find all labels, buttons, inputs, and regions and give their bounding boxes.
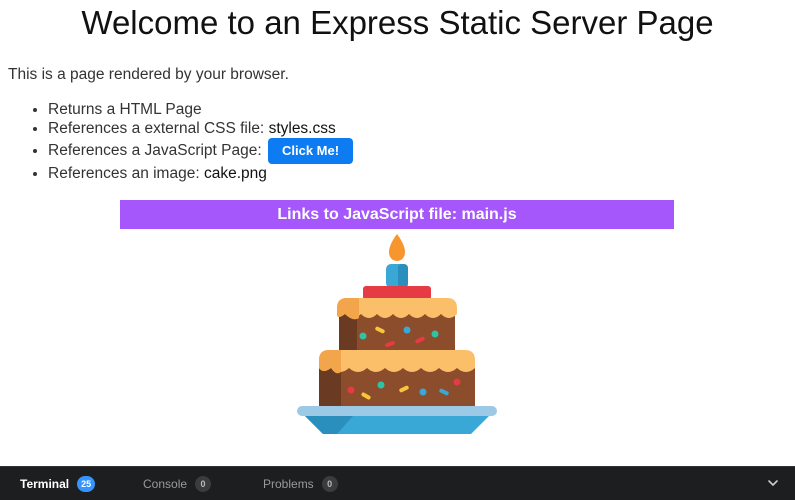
list-item-text: References a external CSS file: bbox=[48, 120, 265, 137]
terminal-count-badge: 25 bbox=[77, 475, 96, 492]
list-item: References a JavaScript Page: Click Me! bbox=[48, 138, 354, 164]
css-filename: styles.css bbox=[268, 120, 336, 137]
list-item-text: References a JavaScript Page: bbox=[48, 142, 262, 160]
problems-count-badge: 0 bbox=[321, 475, 338, 492]
script-banner: Links to JavaScript file: main.js bbox=[120, 200, 674, 229]
list-item-text: References an image: bbox=[48, 165, 200, 182]
page-title: Welcome to an Express Static Server Page bbox=[81, 4, 714, 41]
click-me-button[interactable]: Click Me! bbox=[267, 138, 354, 164]
image-filename: cake.png bbox=[203, 165, 267, 182]
feature-list: Returns a HTML Page References a externa… bbox=[28, 100, 354, 183]
tab-terminal[interactable]: Terminal 25 bbox=[20, 467, 96, 500]
console-count-badge: 0 bbox=[195, 475, 212, 492]
tab-label: Console bbox=[143, 476, 188, 491]
bottom-panel-bar: Terminal 25 Console 0 Problems 0 bbox=[0, 466, 795, 500]
tab-label: Problems bbox=[263, 476, 314, 491]
cake-image bbox=[297, 234, 497, 434]
chevron-down-icon[interactable] bbox=[765, 475, 781, 491]
tab-label: Terminal bbox=[20, 476, 70, 491]
list-item: References an image: cake.png bbox=[48, 164, 353, 183]
rendered-page: Welcome to an Express Static Server Page… bbox=[0, 0, 795, 466]
intro-text: This is a page rendered by your browser. bbox=[8, 66, 289, 83]
tab-problems[interactable]: Problems 0 bbox=[263, 467, 338, 500]
list-item: Returns a HTML Page bbox=[48, 100, 353, 119]
list-item: References a external CSS file: styles.c… bbox=[48, 119, 353, 138]
tab-console[interactable]: Console 0 bbox=[143, 467, 212, 500]
list-item-text: Returns a HTML Page bbox=[48, 101, 202, 118]
